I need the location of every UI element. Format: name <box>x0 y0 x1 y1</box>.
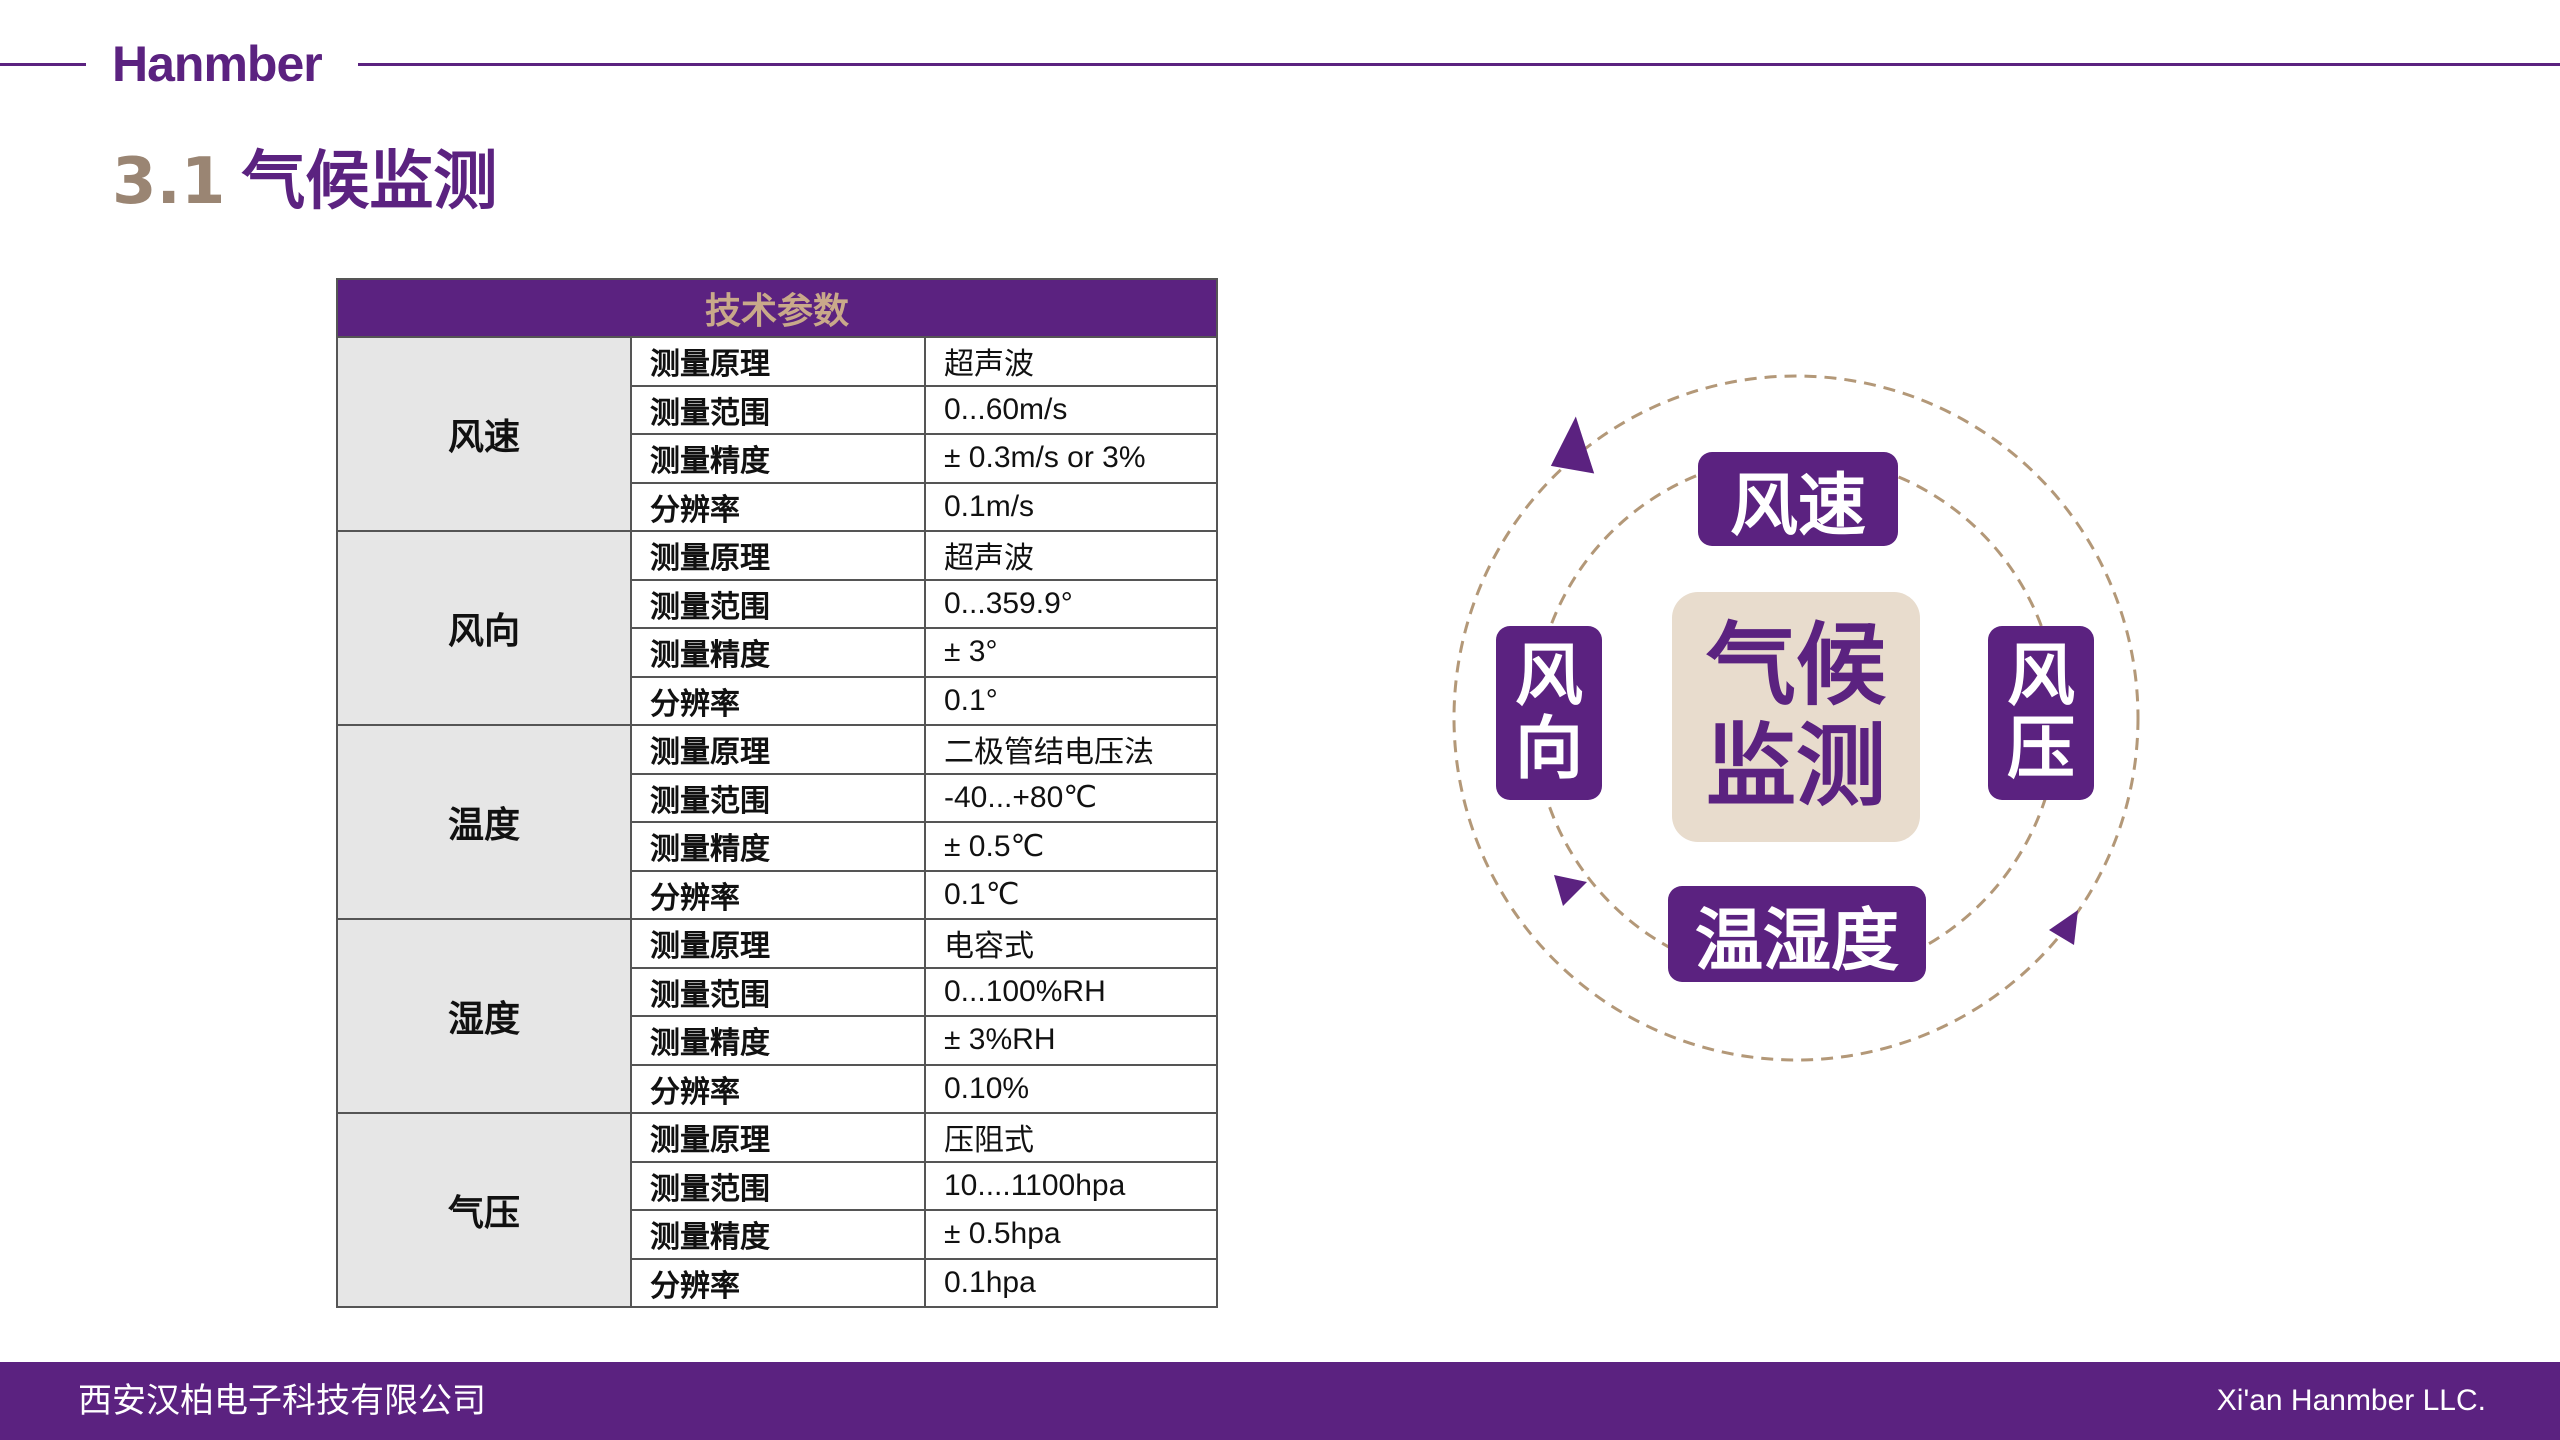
node-wind-pressure: 风 压 <box>1988 626 2094 800</box>
table-row: 风速 测量原理 超声波 <box>336 336 1218 532</box>
param-value: 二极管结电压法 <box>924 724 1218 775</box>
param-label: 测量原理 <box>630 724 926 775</box>
param-label: 测量原理 <box>630 1112 926 1163</box>
node-temp-humidity: 温湿度 <box>1668 886 1926 982</box>
param-label: 测量原理 <box>630 336 926 387</box>
table-row: 气压 测量原理 压阻式 <box>336 1112 1218 1308</box>
arrow-top-left-icon <box>1550 416 1595 474</box>
diagram-center: 气候 监测 <box>1672 592 1920 842</box>
param-label: 测量范围 <box>630 578 926 629</box>
node-wind-direction-line-1: 风 <box>1514 636 1583 716</box>
param-label: 测量精度 <box>630 627 926 678</box>
param-label: 分辨率 <box>630 675 926 726</box>
param-value: 0...359.9° <box>924 578 1218 629</box>
group-label: 温度 <box>336 724 632 920</box>
center-line-1: 气候 <box>1706 613 1886 719</box>
node-wind-speed: 风速 <box>1698 452 1898 546</box>
param-value: 压阻式 <box>924 1112 1218 1163</box>
climate-monitoring-diagram: 气候 监测 风速 风 向 风 压 温湿度 <box>1450 370 2150 1070</box>
page-title: 3.1 气候监测 <box>112 140 497 224</box>
param-value: ± 0.5℃ <box>924 821 1218 872</box>
table-row: 温度 测量原理 二极管结电压法 <box>336 724 1218 920</box>
param-label: 测量精度 <box>630 433 926 484</box>
param-label: 测量原理 <box>630 530 926 581</box>
header-rule-right <box>358 63 2560 66</box>
param-value: ± 3%RH <box>924 1015 1218 1066</box>
param-label: 测量范围 <box>630 1160 926 1211</box>
table-header: 技术参数 <box>336 278 1218 338</box>
param-label: 测量范围 <box>630 384 926 435</box>
param-label: 测量范围 <box>630 772 926 823</box>
table-row: 湿度 测量原理 电容式 <box>336 918 1218 1114</box>
footer-company-en: Xi'an Hanmber LLC. <box>2216 1384 2486 1417</box>
param-value: -40...+80℃ <box>924 772 1218 823</box>
group-label: 风速 <box>336 336 632 532</box>
center-line-2: 监测 <box>1706 714 1886 819</box>
group-label: 气压 <box>336 1112 632 1308</box>
section-number: 3.1 <box>112 145 226 219</box>
node-wind-pressure-line-2: 压 <box>2006 710 2075 789</box>
footer-bar: 西安汉柏电子科技有限公司 Xi'an Hanmber LLC. <box>0 1362 2560 1440</box>
arrow-bottom-left-icon <box>1554 875 1587 906</box>
table-row: 风向 测量原理 超声波 <box>336 530 1218 726</box>
footer-company-cn: 西安汉柏电子科技有限公司 <box>78 1381 486 1421</box>
arrow-bottom-right-icon <box>2049 910 2078 945</box>
group-label: 风向 <box>336 530 632 726</box>
param-value: 0.1℃ <box>924 869 1218 920</box>
param-value: 0.10% <box>924 1063 1218 1114</box>
tech-spec-table: 技术参数 风速 测量原理 超声波 测量范围 0...60m/s 测量精度 ± 0… <box>336 278 1218 1308</box>
param-value: 超声波 <box>924 530 1218 581</box>
section-title: 气候监测 <box>241 145 498 219</box>
param-label: 分辨率 <box>630 1257 926 1308</box>
param-value: 0.1° <box>924 675 1218 726</box>
param-value: 0.1m/s <box>924 481 1218 532</box>
param-label: 测量精度 <box>630 1209 926 1260</box>
node-wind-pressure-line-1: 风 <box>2006 636 2075 716</box>
param-value: 0...60m/s <box>924 384 1218 435</box>
param-value: 10....1100hpa <box>924 1160 1218 1211</box>
param-label: 分辨率 <box>630 869 926 920</box>
group-label: 湿度 <box>336 918 632 1114</box>
param-label: 测量原理 <box>630 918 926 969</box>
param-value: 超声波 <box>924 336 1218 387</box>
param-label: 测量精度 <box>630 1015 926 1066</box>
param-value: 电容式 <box>924 918 1218 969</box>
node-wind-direction-line-2: 向 <box>1514 710 1583 789</box>
param-value: ± 3° <box>924 627 1218 678</box>
param-value: 0.1hpa <box>924 1257 1218 1308</box>
param-label: 分辨率 <box>630 1063 926 1114</box>
param-label: 测量范围 <box>630 966 926 1017</box>
node-wind-direction: 风 向 <box>1496 626 1602 800</box>
param-label: 测量精度 <box>630 821 926 872</box>
param-label: 分辨率 <box>630 481 926 532</box>
param-value: ± 0.3m/s or 3% <box>924 433 1218 484</box>
company-logo: Hanmber <box>112 36 323 92</box>
param-value: 0...100%RH <box>924 966 1218 1017</box>
header-rule-left <box>0 63 86 66</box>
param-value: ± 0.5hpa <box>924 1209 1218 1260</box>
